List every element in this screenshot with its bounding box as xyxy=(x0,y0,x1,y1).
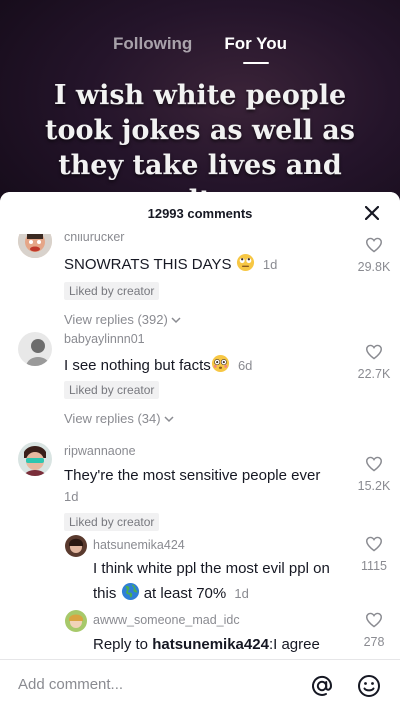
add-comment-bar: Add comment... xyxy=(0,659,400,711)
reply-username[interactable]: hatsunemika424 xyxy=(93,538,185,552)
caption-line: I wish white people xyxy=(53,80,347,111)
reply-body: at least 70% xyxy=(143,585,227,602)
feed-tabs: Following For You xyxy=(0,34,400,64)
reply-text-line: Reply to hatsunemika424:I agree xyxy=(93,635,320,655)
heart-outline-icon xyxy=(365,237,383,253)
like-button[interactable]: 29.8K xyxy=(344,237,400,274)
heart-outline-icon xyxy=(365,612,383,628)
like-button[interactable]: 22.7K xyxy=(344,344,400,381)
comment-text: They're the most sensitive people ever xyxy=(64,466,320,486)
like-count: 29.8K xyxy=(357,260,391,274)
reply-time: 1d xyxy=(234,586,249,601)
chevron-down-icon xyxy=(171,316,181,323)
comment-body: They're the most sensitive people ever xyxy=(64,467,321,484)
caption-line: took jokes as well as xyxy=(45,115,355,146)
heart-outline-icon xyxy=(365,344,383,360)
avatar[interactable] xyxy=(18,234,52,258)
comment-time: 1d xyxy=(64,489,79,504)
avatar[interactable] xyxy=(65,535,87,557)
reply-text-line: this at least 70% 1d xyxy=(93,582,249,607)
reply-body: Reply to xyxy=(93,636,153,653)
reply-item: awww_someone_mad_idc Reply to hatsunemik… xyxy=(0,610,400,659)
close-icon[interactable] xyxy=(362,203,382,223)
comment-username[interactable]: chilurucker xyxy=(64,234,124,244)
comment-time: 1d xyxy=(262,257,278,272)
chevron-down-icon xyxy=(164,415,174,422)
add-comment-input[interactable]: Add comment... xyxy=(18,676,123,693)
comment-time: 6d xyxy=(237,358,253,373)
comment-username[interactable]: ripwannaone xyxy=(64,444,136,458)
like-count: 15.2K xyxy=(357,479,391,493)
like-button[interactable]: 278 xyxy=(344,612,400,649)
view-replies-label: View replies (392) xyxy=(64,312,168,327)
comments-sheet: 12993 comments chilurucker SNOWRATS THIS… xyxy=(0,192,400,711)
tab-following[interactable]: Following xyxy=(113,34,192,54)
comment-item: chilurucker SNOWRATS THIS DAYS 1d Liked … xyxy=(0,234,400,330)
like-button[interactable]: 15.2K xyxy=(344,456,400,493)
reply-body: :I agree xyxy=(268,636,320,653)
avatar[interactable] xyxy=(18,332,52,366)
reply-username[interactable]: awww_someone_mad_idc xyxy=(93,613,240,627)
like-count: 22.7K xyxy=(357,367,391,381)
reply-text-line: I think white ppl the most evil ppl on xyxy=(93,560,330,577)
like-button[interactable]: 1115 xyxy=(344,536,400,573)
comment-body: SNOWRATS THIS DAYS xyxy=(64,256,232,273)
globe-emoji-icon xyxy=(121,582,140,607)
avatar[interactable] xyxy=(18,442,52,476)
comments-list[interactable]: chilurucker SNOWRATS THIS DAYS 1d Liked … xyxy=(0,234,400,659)
reply-body: this xyxy=(93,585,117,602)
comment-body: I see nothing but facts xyxy=(64,357,211,374)
comment-text: I see nothing but facts 6d xyxy=(64,354,252,379)
liked-by-creator-badge: Liked by creator xyxy=(64,513,160,531)
view-replies-button[interactable]: View replies (392) xyxy=(64,312,182,327)
tab-for-you[interactable]: For You xyxy=(224,34,287,64)
like-count: 1115 xyxy=(361,559,387,573)
comment-item: babyaylinnn01 I see nothing but facts 6d… xyxy=(0,330,400,440)
view-replies-button[interactable]: View replies (34) xyxy=(64,411,175,426)
comments-count: 12993 comments xyxy=(147,205,253,221)
view-replies-label: View replies (34) xyxy=(64,411,161,426)
reply-item: hatsunemika424 I think white ppl the mos… xyxy=(0,534,400,608)
heart-outline-icon xyxy=(365,536,383,552)
caption-line: they take lives and xyxy=(58,150,342,181)
liked-by-creator-badge: Liked by creator xyxy=(64,282,160,300)
liked-by-creator-badge: Liked by creator xyxy=(64,381,160,399)
avatar[interactable] xyxy=(65,610,87,632)
emoji-icon[interactable] xyxy=(356,673,382,699)
flushed-emoji-icon xyxy=(211,354,230,379)
comment-text: SNOWRATS THIS DAYS 1d xyxy=(64,253,277,278)
comments-header: 12993 comments xyxy=(0,192,400,234)
rolling-eyes-emoji-icon xyxy=(236,253,255,278)
reply-mention[interactable]: hatsunemika424 xyxy=(152,636,269,653)
comment-username[interactable]: babyaylinnn01 xyxy=(64,332,145,346)
heart-outline-icon xyxy=(365,456,383,472)
at-icon[interactable] xyxy=(309,673,335,699)
like-count: 278 xyxy=(363,635,385,649)
